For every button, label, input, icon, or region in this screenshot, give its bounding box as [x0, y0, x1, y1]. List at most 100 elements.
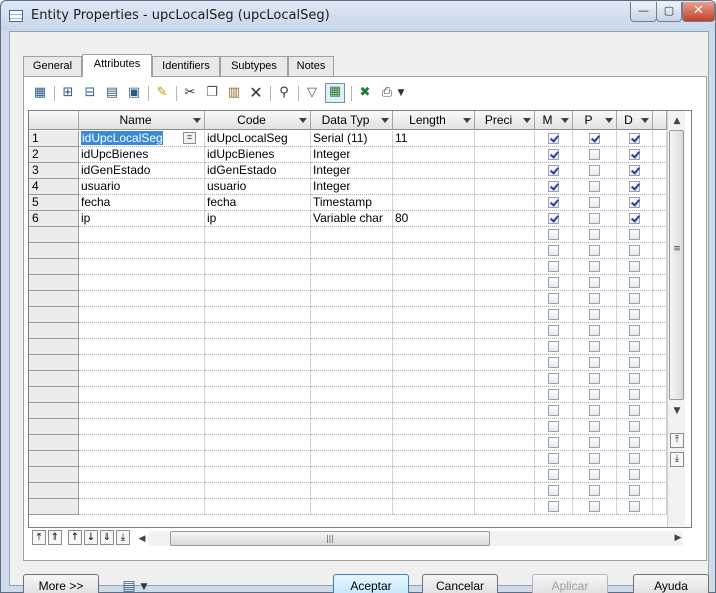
chevron-down-icon[interactable] — [641, 118, 649, 123]
unchecked-checkbox[interactable] — [629, 229, 640, 240]
unchecked-checkbox[interactable] — [589, 309, 600, 320]
unchecked-checkbox[interactable] — [629, 277, 640, 288]
move-top-icon[interactable]: ⤒ — [32, 530, 46, 545]
cell-prec[interactable] — [475, 227, 535, 243]
cell-code[interactable]: ip — [205, 211, 311, 227]
unchecked-checkbox[interactable] — [629, 389, 640, 400]
cell-prec[interactable] — [475, 211, 535, 227]
cell-length[interactable] — [393, 387, 475, 403]
cell-name[interactable]: idGenEstado — [79, 163, 205, 179]
table-row[interactable] — [29, 259, 669, 275]
table-row[interactable] — [29, 355, 669, 371]
checked-checkbox[interactable] — [548, 133, 559, 144]
chevron-down-icon[interactable] — [193, 118, 201, 123]
filter-icon[interactable]: ▽ — [304, 85, 320, 101]
unchecked-checkbox[interactable] — [589, 389, 600, 400]
add-attributes-icon[interactable]: ▤ — [104, 85, 120, 101]
cell-m[interactable] — [535, 195, 573, 211]
cell-name[interactable] — [79, 275, 205, 291]
cell-code[interactable] — [205, 451, 311, 467]
cell-name[interactable]: usuario — [79, 179, 205, 195]
cell-type[interactable] — [311, 483, 393, 499]
more-button[interactable]: More >> — [23, 574, 99, 593]
cell-code[interactable] — [205, 419, 311, 435]
unchecked-checkbox[interactable] — [629, 485, 640, 496]
unchecked-checkbox[interactable] — [629, 469, 640, 480]
cell-m[interactable] — [535, 179, 573, 195]
cell-code[interactable] — [205, 307, 311, 323]
chevron-down-icon[interactable]: ▼ — [396, 85, 406, 101]
cell-type[interactable] — [311, 403, 393, 419]
output-icon[interactable]: ▤ — [121, 578, 137, 593]
cell-m[interactable] — [535, 435, 573, 451]
move-page-up-icon[interactable]: ⇑ — [48, 530, 62, 545]
table-row[interactable] — [29, 291, 669, 307]
cell-name[interactable] — [79, 451, 205, 467]
unchecked-checkbox[interactable] — [548, 485, 559, 496]
cell-code[interactable]: idUpcLocalSeg — [205, 131, 311, 147]
unchecked-checkbox[interactable] — [548, 501, 559, 512]
maximize-button[interactable]: ▢ — [656, 2, 682, 22]
unchecked-checkbox[interactable] — [589, 469, 600, 480]
cell-d[interactable] — [617, 259, 653, 275]
cell-prec[interactable] — [475, 291, 535, 307]
cell-code[interactable] — [205, 483, 311, 499]
print-icon[interactable]: ⎙ — [379, 85, 395, 101]
cell-name[interactable] — [79, 323, 205, 339]
table-row[interactable] — [29, 435, 669, 451]
column-header-name[interactable]: Name — [79, 111, 205, 130]
cell-m[interactable] — [535, 339, 573, 355]
cell-prec[interactable] — [475, 275, 535, 291]
cell-type[interactable] — [311, 291, 393, 307]
cell-m[interactable] — [535, 467, 573, 483]
minimize-button[interactable]: — — [630, 2, 657, 22]
cell-prec[interactable] — [475, 403, 535, 419]
help-button[interactable]: Ayuda — [633, 574, 709, 593]
unchecked-checkbox[interactable] — [548, 469, 559, 480]
cell-p[interactable] — [573, 147, 617, 163]
cell-name[interactable] — [79, 291, 205, 307]
cell-d[interactable] — [617, 131, 653, 147]
unchecked-checkbox[interactable] — [589, 485, 600, 496]
cell-d[interactable] — [617, 483, 653, 499]
cell-p[interactable] — [573, 403, 617, 419]
checked-checkbox[interactable] — [629, 213, 640, 224]
vertical-scroll-thumb[interactable] — [669, 130, 684, 400]
unchecked-checkbox[interactable] — [629, 261, 640, 272]
add-row-icon[interactable]: ⊞ — [60, 85, 76, 101]
column-header-mandatory[interactable]: M — [535, 111, 573, 130]
unchecked-checkbox[interactable] — [589, 341, 600, 352]
cell-length[interactable] — [393, 291, 475, 307]
cell-name[interactable] — [79, 499, 205, 515]
cell-name[interactable] — [79, 243, 205, 259]
cell-code[interactable]: idUpcBienes — [205, 147, 311, 163]
cell-type[interactable] — [311, 275, 393, 291]
unchecked-checkbox[interactable] — [589, 437, 600, 448]
table-row[interactable] — [29, 419, 669, 435]
cell-type[interactable]: Integer — [311, 179, 393, 195]
cell-length[interactable] — [393, 339, 475, 355]
column-header-primary[interactable]: P — [573, 111, 617, 130]
unchecked-checkbox[interactable] — [589, 245, 600, 256]
cell-code[interactable] — [205, 243, 311, 259]
cell-code[interactable] — [205, 339, 311, 355]
cell-p[interactable] — [573, 435, 617, 451]
unchecked-checkbox[interactable] — [589, 293, 600, 304]
customize-columns-icon[interactable]: ▦ — [325, 83, 345, 103]
cell-code[interactable] — [205, 323, 311, 339]
cell-prec[interactable] — [475, 467, 535, 483]
checked-checkbox[interactable] — [629, 133, 640, 144]
checked-checkbox[interactable] — [629, 165, 640, 176]
excel-export-icon[interactable]: ✖ — [357, 85, 373, 101]
cell-type[interactable] — [311, 467, 393, 483]
accept-button[interactable]: Aceptar — [333, 574, 409, 593]
cell-code[interactable] — [205, 227, 311, 243]
cell-m[interactable] — [535, 419, 573, 435]
cell-length[interactable] — [393, 163, 475, 179]
cell-name[interactable] — [79, 307, 205, 323]
cell-type[interactable] — [311, 243, 393, 259]
cell-prec[interactable] — [475, 195, 535, 211]
unchecked-checkbox[interactable] — [629, 293, 640, 304]
unchecked-checkbox[interactable] — [589, 421, 600, 432]
cell-length[interactable] — [393, 243, 475, 259]
